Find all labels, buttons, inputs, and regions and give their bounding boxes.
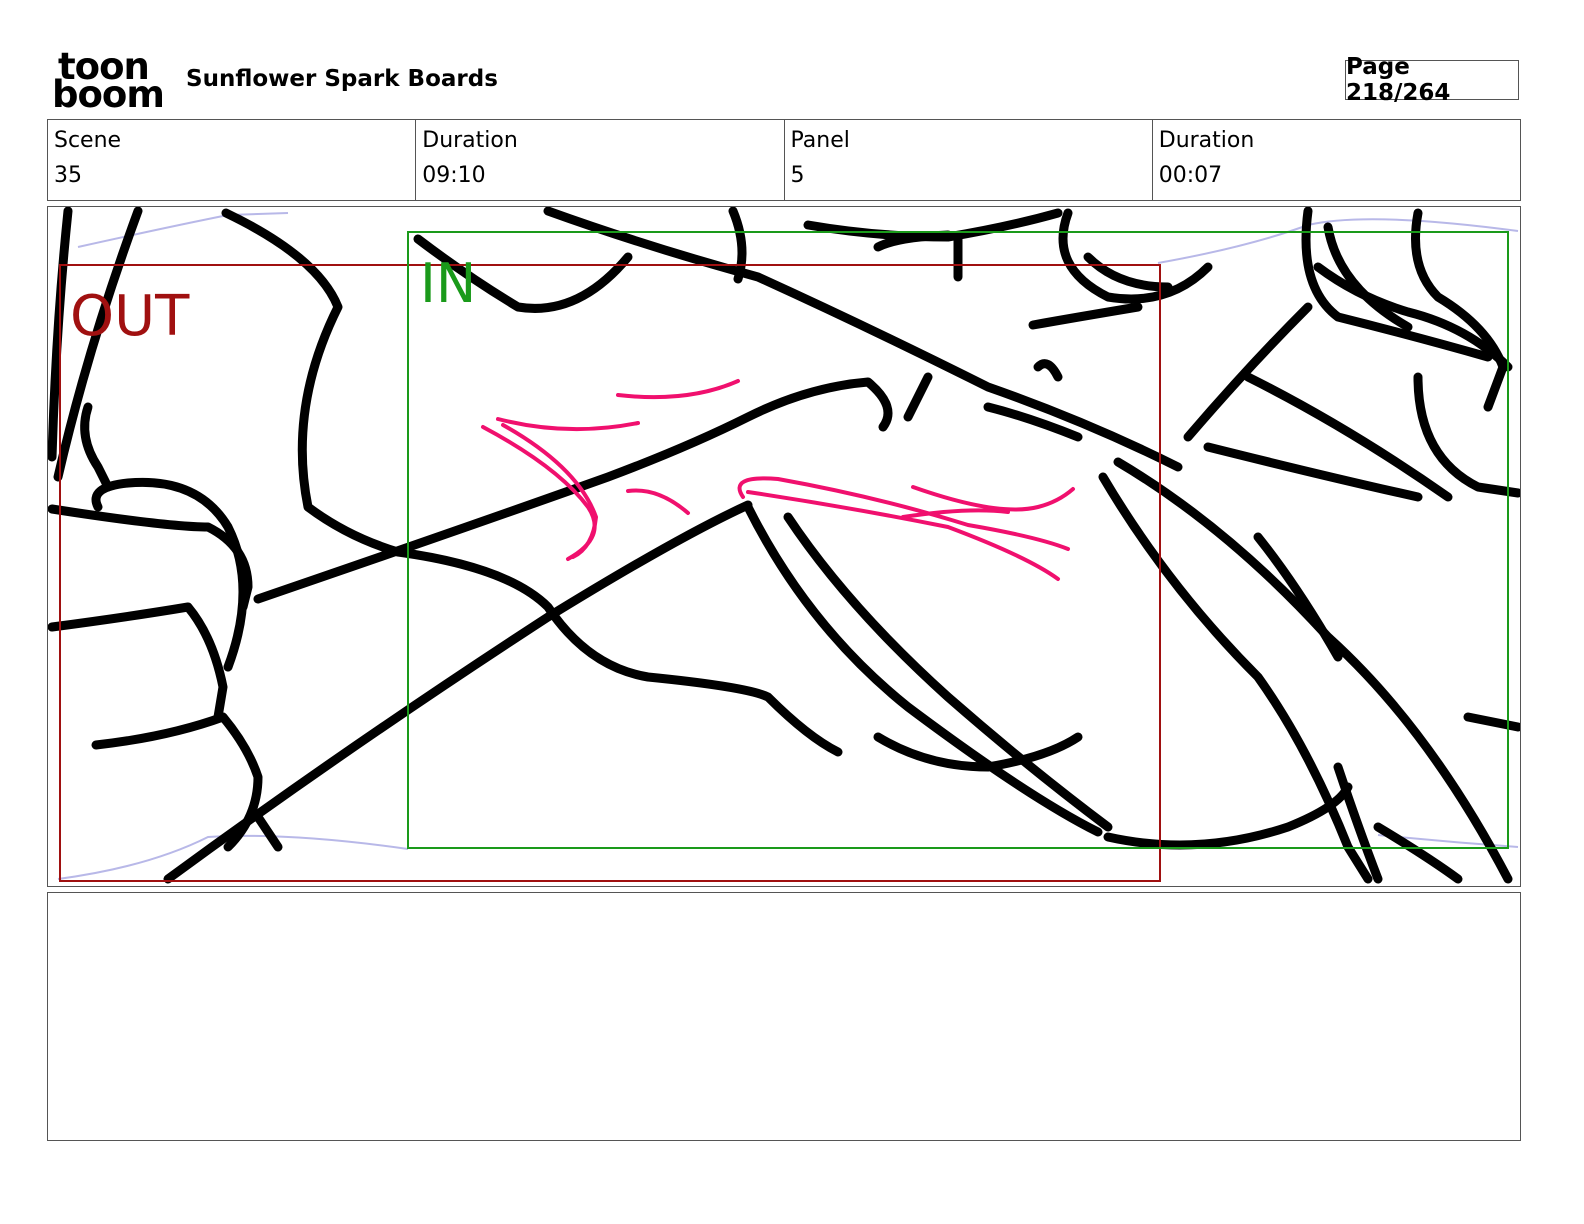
panel-duration-label: Duration (1158, 128, 1255, 153)
in-frame (407, 231, 1509, 849)
scene-duration-cell: Duration 09:10 (416, 120, 785, 200)
logo-line-2: boom (52, 73, 165, 116)
notes-area (47, 892, 1521, 1141)
panel-cell: Panel 5 (785, 120, 1153, 200)
scene-value: 35 (54, 163, 82, 188)
accent-strokes (481, 379, 1075, 581)
line-art (48, 207, 1520, 884)
scene-info-table: Scene 35 Duration 09:10 Panel 5 Duration… (47, 119, 1521, 201)
panel-value: 5 (790, 163, 805, 188)
scene-cell: Scene 35 (48, 120, 417, 200)
panel-duration-cell: Duration 00:07 (1153, 120, 1520, 200)
toonboom-logo: toon boom (52, 48, 165, 116)
out-label: OUT (70, 284, 190, 349)
panel-duration-value: 00:07 (1158, 163, 1223, 188)
panel-drawing: OUT IN (48, 207, 1520, 884)
storyboard-panel: OUT IN (47, 206, 1521, 887)
page-number: Page 218/264 (1345, 54, 1519, 106)
scene-duration-label: Duration (422, 128, 518, 153)
scene-duration-value: 09:10 (422, 163, 486, 188)
out-frame (59, 264, 1161, 882)
panel-label: Panel (790, 128, 850, 153)
document-title: Sunflower Spark Boards (186, 66, 498, 92)
in-label: IN (420, 252, 476, 315)
scene-label: Scene (54, 128, 122, 153)
